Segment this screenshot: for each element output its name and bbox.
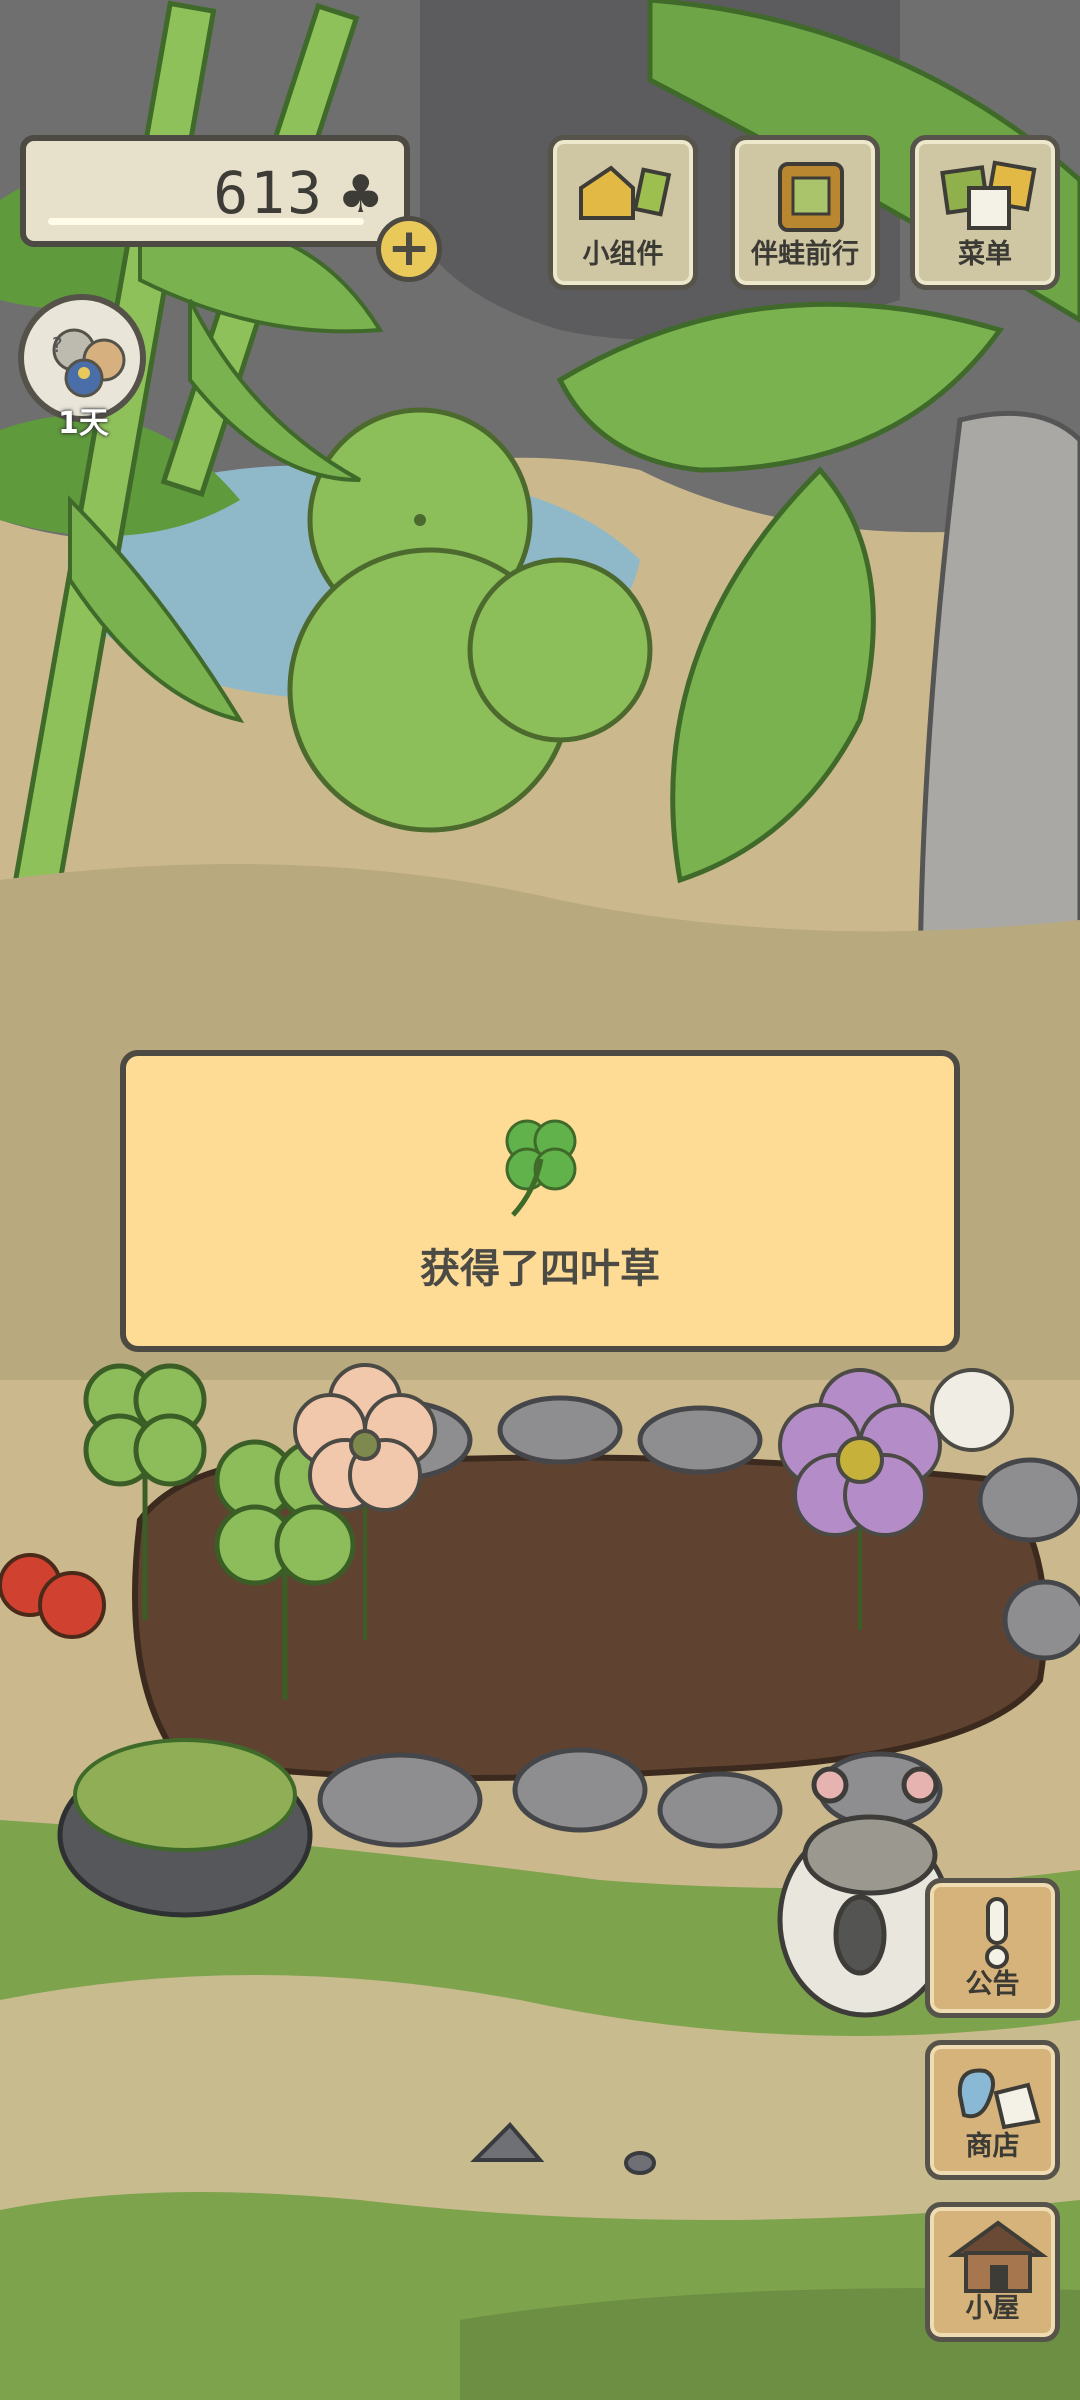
four-leaf-clover-icon — [505, 1119, 577, 1217]
shop-label: 商店 — [965, 2131, 1020, 2162]
notice-label: 公告 — [965, 1969, 1020, 2000]
house-icon — [947, 2220, 1049, 2293]
frog-journey-button[interactable]: 伴蛙前行 — [730, 135, 880, 290]
notice-button[interactable]: 公告 — [925, 1878, 1060, 2018]
visitor-days-label: 1天 — [58, 406, 109, 441]
notice-icon — [985, 1897, 1009, 1969]
clover-icon: ♣ — [337, 165, 384, 225]
add-clover-button[interactable]: + — [376, 216, 442, 282]
menu-label: 菜单 — [958, 239, 1012, 270]
widget-icon — [579, 165, 672, 220]
menu-button[interactable]: 菜单 — [910, 135, 1060, 290]
frog-journey-icon — [778, 162, 844, 232]
menu-icon — [940, 160, 1037, 230]
svg-text:?: ? — [52, 333, 63, 357]
counter-underline — [48, 218, 364, 225]
reward-dialog[interactable]: 获得了四叶草 — [120, 1050, 960, 1352]
shop-button[interactable]: 商店 — [925, 2040, 1060, 2180]
shop-icon — [957, 2068, 1041, 2130]
clover-counter: 613 ♣ — [20, 135, 410, 247]
house-button[interactable]: 小屋 — [925, 2202, 1060, 2342]
widget-label: 小组件 — [582, 239, 664, 270]
clover-count: 613 — [213, 159, 324, 227]
frog-journey-label: 伴蛙前行 — [751, 239, 859, 270]
reward-message: 获得了四叶草 — [420, 1246, 660, 1292]
widget-button[interactable]: 小组件 — [548, 135, 698, 290]
house-label: 小屋 — [965, 2293, 1020, 2324]
